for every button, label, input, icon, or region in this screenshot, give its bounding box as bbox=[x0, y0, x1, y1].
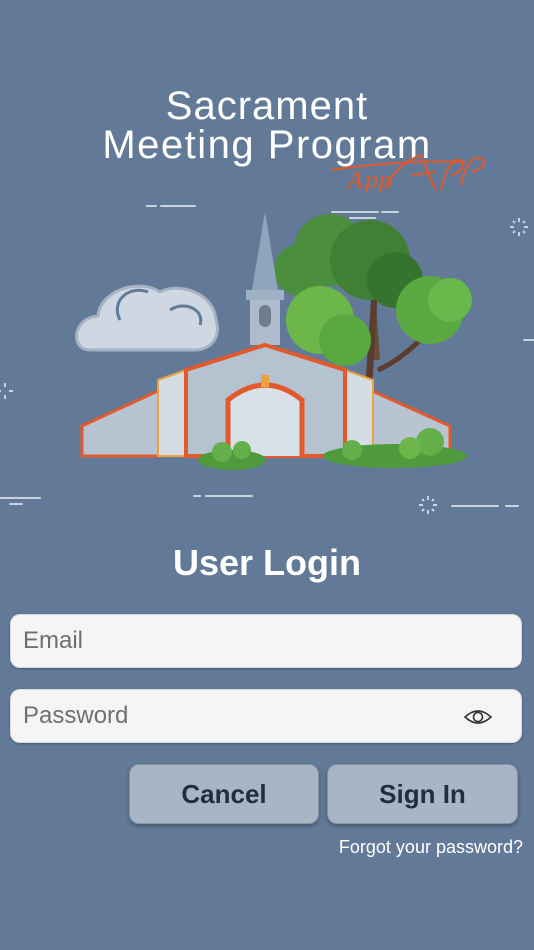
user-login-title: User Login bbox=[172, 542, 361, 583]
app-title-line1: Sacrament bbox=[165, 84, 369, 128]
password-input[interactable] bbox=[11, 690, 521, 742]
church-illustration bbox=[0, 205, 534, 514]
forgot-password-link[interactable]: Forgot your password? bbox=[339, 834, 523, 860]
sign-in-button[interactable]: Sign In bbox=[327, 764, 518, 824]
email-field-container bbox=[10, 614, 522, 668]
email-input[interactable] bbox=[11, 615, 521, 667]
cancel-button[interactable]: Cancel bbox=[129, 764, 319, 824]
eye-icon[interactable] bbox=[463, 707, 493, 727]
password-field-container bbox=[10, 689, 522, 743]
